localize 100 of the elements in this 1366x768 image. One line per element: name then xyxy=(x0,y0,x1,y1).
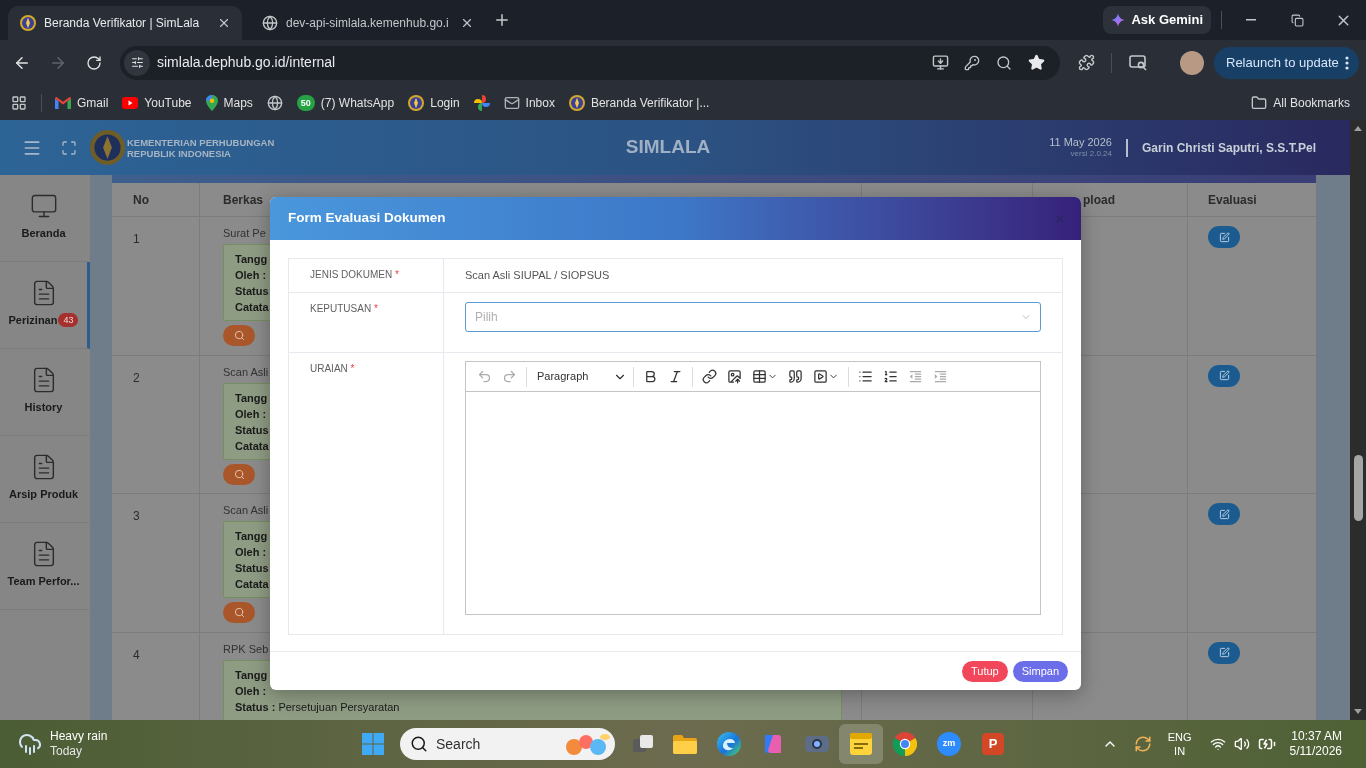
task-view-icon xyxy=(632,734,654,754)
detail-line: Tangg xyxy=(235,390,268,406)
detail-line: Catata xyxy=(235,300,269,315)
file-name: Scan Asli xyxy=(223,364,269,379)
magnifier-icon xyxy=(996,54,1012,71)
bookmark-item[interactable]: Beranda Verifikator |... xyxy=(561,88,717,117)
search-icon xyxy=(233,607,245,618)
volume-icon[interactable] xyxy=(1233,736,1250,752)
bookmark-item[interactable]: YouTube xyxy=(115,88,199,117)
tricolor-circle-icon xyxy=(893,732,917,756)
language-code[interactable]: ENG xyxy=(1167,730,1192,744)
edit-button[interactable] xyxy=(1208,503,1240,525)
taskbar-button[interactable] xyxy=(839,724,883,764)
restore-icon xyxy=(1290,13,1304,27)
swirl-circle-icon xyxy=(717,732,741,756)
edit-icon xyxy=(1218,647,1230,658)
version-label: versi 2.0.24 xyxy=(1070,149,1112,159)
folder-icon xyxy=(673,734,697,754)
bookmark-item[interactable]: Inbox xyxy=(496,88,562,117)
weather-day: Today xyxy=(50,744,108,759)
reload-icon xyxy=(86,54,102,71)
detail-line: Oleh : xyxy=(235,406,267,422)
edit-button[interactable] xyxy=(1208,641,1240,664)
file-name: Scan Asli xyxy=(223,503,269,517)
column-header: Berkas xyxy=(223,191,264,209)
row-number: 2 xyxy=(133,370,140,385)
mail-icon xyxy=(503,94,520,111)
column-header: pload xyxy=(1083,191,1115,209)
emblem-icon xyxy=(20,15,36,31)
app-title: SIMLALA xyxy=(625,135,711,160)
column-header: Evaluasi xyxy=(1208,191,1257,209)
organization-name: REPUBLIK INDONESIA xyxy=(127,147,232,159)
taskbar-search[interactable]: Search xyxy=(400,728,615,760)
emblem-icon xyxy=(90,130,125,165)
video-app-logo: zm xyxy=(937,732,961,756)
profile-avatar[interactable] xyxy=(1180,50,1204,75)
detail-line: Catata xyxy=(235,577,269,592)
taskbar-button[interactable]: P xyxy=(971,724,1015,764)
region-code[interactable]: IN xyxy=(1174,744,1186,758)
globe-icon xyxy=(266,94,283,111)
wifi-icon[interactable] xyxy=(1209,736,1226,752)
scroll-up-icon[interactable] xyxy=(1354,126,1362,131)
scroll-down-icon[interactable] xyxy=(1354,709,1362,714)
current-date: 11 May 2026 xyxy=(1049,136,1112,149)
paragraph-format-dropdown[interactable]: Paragraph xyxy=(531,364,629,389)
row-number: 1 xyxy=(133,232,140,246)
more-icon xyxy=(1345,55,1349,70)
edit-button[interactable] xyxy=(1208,364,1240,387)
detail-line: Status xyxy=(235,284,269,299)
save-button[interactable]: Simpan xyxy=(1012,660,1068,682)
organization-name: KEMENTERIAN PERHUBUNGAN xyxy=(127,136,275,148)
detail-line: Status xyxy=(235,422,269,438)
unread-count: 50 xyxy=(296,94,315,111)
bookmark-item[interactable]: Maps xyxy=(198,88,260,117)
clock-time: 10:37 AM xyxy=(1291,729,1342,744)
rain-cloud-icon[interactable] xyxy=(18,732,42,756)
file-name: RPK Seb xyxy=(223,641,269,656)
detail-line: Tangg xyxy=(235,529,268,544)
windows-logo-icon xyxy=(362,733,384,755)
outdent-icon xyxy=(908,369,923,384)
slides-app-logo: P xyxy=(982,733,1004,755)
column-header: No xyxy=(133,191,149,209)
field-label: URAIAN * xyxy=(310,363,355,374)
field-label: KEPUTUSAN * xyxy=(310,303,378,314)
undo-icon xyxy=(477,369,492,384)
bookmark-item[interactable]: Gmail xyxy=(48,88,116,117)
cancel-button[interactable]: Tutup xyxy=(961,660,1008,682)
detail-line: Status : Persetujuan Persyaratan xyxy=(235,699,400,715)
detail-line: Tangg xyxy=(235,667,268,683)
table-icon xyxy=(752,369,767,384)
edit-icon xyxy=(1218,231,1230,243)
search-icon xyxy=(410,735,428,753)
site-settings-icon xyxy=(130,56,144,69)
apps-grid-icon xyxy=(11,94,27,111)
clock-date: 5/11/2026 xyxy=(1289,744,1342,759)
file-name: Surat Pe xyxy=(223,226,266,240)
row-number: 3 xyxy=(133,509,140,523)
minimize-icon xyxy=(1246,19,1256,21)
scrollbar-thumb[interactable] xyxy=(1353,455,1363,521)
browser-tab[interactable]: Beranda Verifikator | SimLala xyxy=(8,6,242,40)
monitor-icon xyxy=(29,192,58,220)
detail-line: Oleh : xyxy=(235,683,267,699)
address-bar[interactable]: simlala.dephub.go.id/internal xyxy=(120,45,1060,80)
globe-icon xyxy=(262,15,278,31)
modal-title: Form Evaluasi Dokumen xyxy=(288,209,446,228)
gemini-button[interactable]: Ask Gemini xyxy=(1103,6,1211,34)
edit-button[interactable] xyxy=(1208,226,1240,248)
bookmark-item[interactable]: Login xyxy=(401,88,467,117)
search-input[interactable]: Search xyxy=(436,733,546,755)
media-icon xyxy=(813,369,828,384)
pinwheel-icon xyxy=(473,94,490,111)
relaunch-button[interactable]: Relaunch to update xyxy=(1214,46,1359,79)
detail-line: Tangg xyxy=(235,252,268,267)
close-icon xyxy=(217,16,231,30)
bookmark-item[interactable]: 50 (7) WhatsApp xyxy=(289,88,402,117)
scrollbar[interactable] xyxy=(1350,120,1366,720)
site-info-button[interactable] xyxy=(124,49,150,76)
all-bookmarks-button[interactable]: All Bookmarks xyxy=(1245,88,1356,117)
detail-line: Oleh : xyxy=(235,268,267,283)
sync-icon[interactable] xyxy=(1133,735,1152,753)
